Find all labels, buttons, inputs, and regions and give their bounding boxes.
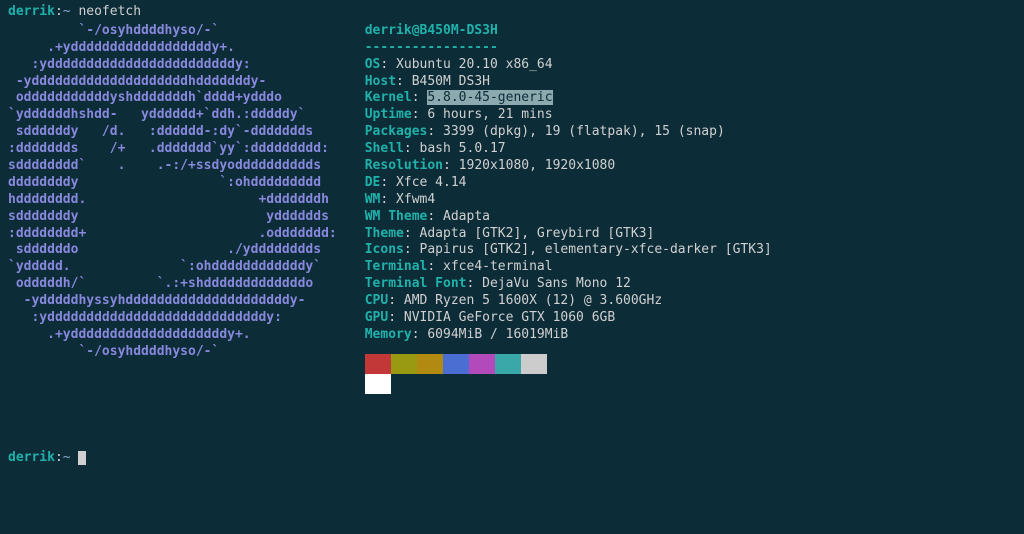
info-row: Theme: Adapta [GTK2], Greybird [GTK3] bbox=[365, 226, 772, 243]
info-value: bash 5.0.17 bbox=[420, 141, 506, 156]
info-value: Adapta [GTK2], Greybird [GTK3] bbox=[420, 226, 655, 241]
info-label: Resolution bbox=[365, 158, 443, 173]
info-value: Xfwm4 bbox=[396, 192, 435, 207]
color-swatch bbox=[365, 354, 391, 374]
info-colon: : bbox=[412, 90, 428, 105]
color-swatch bbox=[417, 354, 443, 374]
info-colon: : bbox=[443, 158, 459, 173]
info-label: OS bbox=[365, 57, 381, 72]
info-label: Terminal bbox=[365, 259, 428, 274]
info-colon: : bbox=[412, 327, 428, 342]
info-colon: : bbox=[427, 259, 443, 274]
prompt-path: ~ bbox=[63, 4, 71, 19]
color-swatch bbox=[391, 354, 417, 374]
info-separator: ----------------- bbox=[365, 40, 498, 55]
info-label: Theme bbox=[365, 226, 404, 241]
info-label: Memory bbox=[365, 327, 412, 342]
info-colon: : bbox=[380, 192, 396, 207]
info-value: 6 hours, 21 mins bbox=[427, 107, 552, 122]
info-row: Terminal: xfce4-terminal bbox=[365, 259, 772, 276]
info-label: GPU bbox=[365, 310, 388, 325]
info-row: Icons: Papirus [GTK2], elementary-xfce-d… bbox=[365, 242, 772, 259]
info-row: Kernel: 5.8.0-45-generic bbox=[365, 90, 772, 107]
prompt-line-1: derrik:~ neofetch bbox=[8, 4, 1016, 21]
ascii-logo: `-/osyhddddhyso/-` .+ydddddddddddddddddd… bbox=[8, 23, 337, 394]
info-colon: : bbox=[380, 175, 396, 190]
prompt-line-2[interactable]: derrik:~ bbox=[8, 450, 1016, 467]
info-value: Papirus [GTK2], elementary-xfce-darker [… bbox=[420, 242, 772, 257]
info-row: Packages: 3399 (dpkg), 19 (flatpak), 15 … bbox=[365, 124, 772, 141]
info-colon: : bbox=[388, 310, 404, 325]
command-text: neofetch bbox=[78, 4, 141, 19]
prompt-user: derrik bbox=[8, 4, 55, 19]
cursor-block bbox=[78, 451, 86, 465]
info-label: Uptime bbox=[365, 107, 412, 122]
info-label: WM bbox=[365, 192, 381, 207]
prompt-user-2: derrik bbox=[8, 450, 55, 465]
color-palette-row1 bbox=[365, 354, 772, 374]
info-value: Xubuntu 20.10 x86_64 bbox=[396, 57, 553, 72]
info-colon: : bbox=[412, 107, 428, 122]
info-colon: : bbox=[404, 242, 420, 257]
info-colon: : bbox=[404, 141, 420, 156]
info-label: CPU bbox=[365, 293, 388, 308]
info-row: GPU: NVIDIA GeForce GTX 1060 6GB bbox=[365, 310, 772, 327]
info-value: 1920x1080, 1920x1080 bbox=[459, 158, 616, 173]
info-row: DE: Xfce 4.14 bbox=[365, 175, 772, 192]
info-colon: : bbox=[427, 124, 443, 139]
info-colon: : bbox=[404, 226, 420, 241]
info-value: Adapta bbox=[443, 209, 490, 224]
info-colon: : bbox=[427, 209, 443, 224]
info-row: CPU: AMD Ryzen 5 1600X (12) @ 3.600GHz bbox=[365, 293, 772, 310]
info-row: WM: Xfwm4 bbox=[365, 192, 772, 209]
info-label: Host bbox=[365, 74, 396, 89]
info-row: Memory: 6094MiB / 16019MiB bbox=[365, 327, 772, 344]
prompt-path-2: ~ bbox=[63, 450, 71, 465]
color-swatch bbox=[521, 354, 547, 374]
info-value: B450M DS3H bbox=[412, 74, 490, 89]
prompt-sep: : bbox=[55, 4, 63, 19]
prompt-sep-2: : bbox=[55, 450, 63, 465]
info-value: DejaVu Sans Mono 12 bbox=[482, 276, 631, 291]
color-palette-row2 bbox=[365, 374, 772, 394]
info-label: Icons bbox=[365, 242, 404, 257]
neofetch-output: `-/osyhddddhyso/-` .+ydddddddddddddddddd… bbox=[8, 23, 1016, 394]
info-user-host: derrik@B450M-DS3H bbox=[365, 23, 498, 38]
info-row: Terminal Font: DejaVu Sans Mono 12 bbox=[365, 276, 772, 293]
info-value: xfce4-terminal bbox=[443, 259, 553, 274]
info-label: Packages bbox=[365, 124, 428, 139]
color-swatch bbox=[469, 354, 495, 374]
info-value: NVIDIA GeForce GTX 1060 6GB bbox=[404, 310, 615, 325]
info-value: Xfce 4.14 bbox=[396, 175, 466, 190]
info-row: Uptime: 6 hours, 21 mins bbox=[365, 107, 772, 124]
info-colon: : bbox=[388, 293, 404, 308]
info-colon: : bbox=[380, 57, 396, 72]
info-row: OS: Xubuntu 20.10 x86_64 bbox=[365, 57, 772, 74]
info-row: Shell: bash 5.0.17 bbox=[365, 141, 772, 158]
info-value: AMD Ryzen 5 1600X (12) @ 3.600GHz bbox=[404, 293, 662, 308]
info-colon: : bbox=[396, 74, 412, 89]
info-label: WM Theme bbox=[365, 209, 428, 224]
info-label: Kernel bbox=[365, 90, 412, 105]
info-row: Resolution: 1920x1080, 1920x1080 bbox=[365, 158, 772, 175]
info-label: Terminal Font bbox=[365, 276, 467, 291]
info-value: 6094MiB / 16019MiB bbox=[427, 327, 568, 342]
color-swatch bbox=[443, 354, 469, 374]
color-swatch bbox=[495, 354, 521, 374]
color-swatch bbox=[365, 374, 391, 394]
info-row: Host: B450M DS3H bbox=[365, 74, 772, 91]
info-colon: : bbox=[466, 276, 482, 291]
system-info: derrik@B450M-DS3H ----------------- OS: … bbox=[365, 23, 772, 394]
info-value: 3399 (dpkg), 19 (flatpak), 15 (snap) bbox=[443, 124, 725, 139]
info-label: Shell bbox=[365, 141, 404, 156]
info-row: WM Theme: Adapta bbox=[365, 209, 772, 226]
info-value: 5.8.0-45-generic bbox=[427, 90, 552, 105]
info-label: DE bbox=[365, 175, 381, 190]
